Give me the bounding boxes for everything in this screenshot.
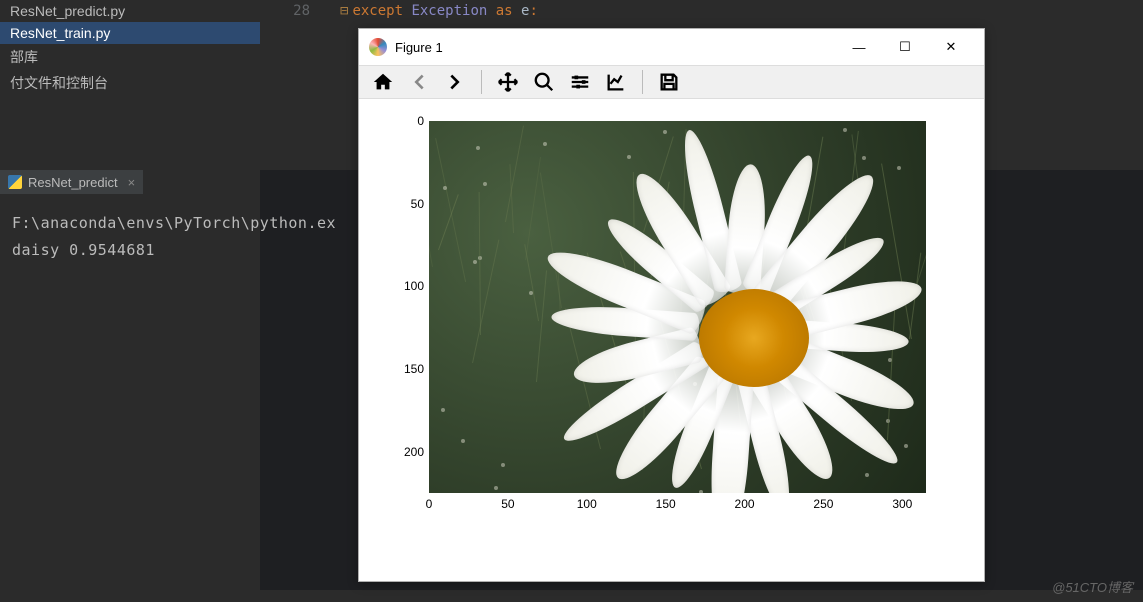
- figure-titlebar[interactable]: Figure 1 — ☐ ✕: [359, 29, 984, 65]
- forward-icon[interactable]: [439, 68, 471, 96]
- figure-window: Figure 1 — ☐ ✕: [358, 28, 985, 582]
- file-item-lib[interactable]: 部库: [0, 44, 260, 70]
- zoom-icon[interactable]: [528, 68, 560, 96]
- configure-icon[interactable]: [564, 68, 596, 96]
- file-item-predict[interactable]: ResNet_predict.py: [0, 0, 260, 22]
- line-number: 28: [280, 3, 310, 19]
- plot-image: [429, 121, 926, 493]
- x-tick: 200: [735, 497, 755, 511]
- home-icon[interactable]: [367, 68, 399, 96]
- minimize-button[interactable]: —: [836, 33, 882, 61]
- x-tick: 150: [656, 497, 676, 511]
- run-config-label: ResNet_predict: [28, 175, 118, 190]
- figure-title: Figure 1: [395, 40, 443, 55]
- plot-area[interactable]: 0 50 100 150 200 0 50 100 150 200 250 300: [359, 99, 984, 581]
- project-sidebar: ResNet_predict.py ResNet_train.py 部库 付文件…: [0, 0, 260, 602]
- fold-icon[interactable]: ⊟: [340, 3, 348, 19]
- console-line: F:\anaconda\envs\PyTorch\python.ex: [12, 210, 348, 237]
- x-tick: 0: [426, 497, 433, 511]
- y-tick: 200: [404, 445, 424, 459]
- maximize-button[interactable]: ☐: [882, 33, 928, 61]
- run-config-tab[interactable]: ResNet_predict ×: [0, 170, 143, 194]
- back-icon[interactable]: [403, 68, 435, 96]
- x-tick: 300: [892, 497, 912, 511]
- y-tick: 150: [404, 362, 424, 376]
- x-tick: 250: [813, 497, 833, 511]
- figure-toolbar: [359, 65, 984, 99]
- watermark: @51CTO博客: [1052, 577, 1133, 596]
- file-item-train[interactable]: ResNet_train.py: [0, 22, 260, 44]
- save-icon[interactable]: [653, 68, 685, 96]
- x-tick: 50: [501, 497, 514, 511]
- matplotlib-icon: [369, 38, 387, 56]
- close-tab-button[interactable]: ×: [128, 175, 136, 190]
- x-tick: 100: [577, 497, 597, 511]
- y-tick: 100: [404, 279, 424, 293]
- console-output[interactable]: F:\anaconda\envs\PyTorch\python.ex daisy…: [0, 194, 360, 280]
- y-tick: 0: [417, 114, 424, 128]
- axes-icon[interactable]: [600, 68, 632, 96]
- toolbar-separator: [642, 70, 643, 94]
- console-line: daisy 0.9544681: [12, 237, 348, 264]
- y-tick: 50: [411, 197, 424, 211]
- file-item-console[interactable]: 付文件和控制台: [0, 70, 260, 96]
- python-icon: [8, 175, 22, 189]
- pan-icon[interactable]: [492, 68, 524, 96]
- toolbar-separator: [481, 70, 482, 94]
- close-button[interactable]: ✕: [928, 33, 974, 61]
